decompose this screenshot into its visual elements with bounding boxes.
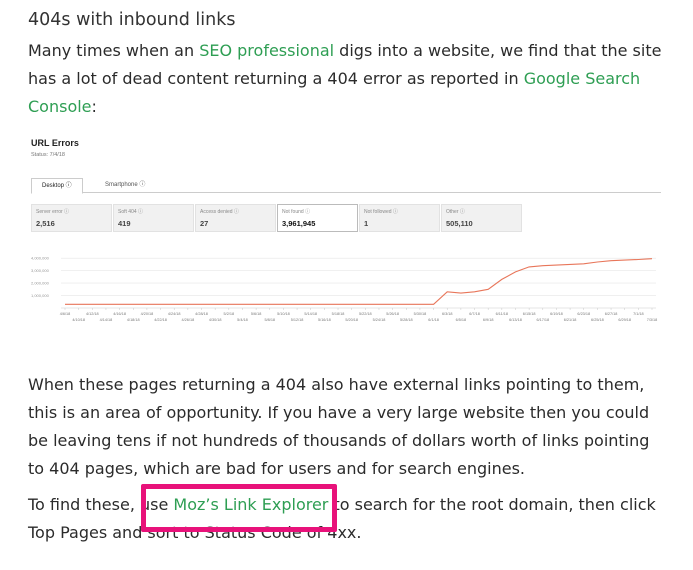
x-tick-label: 4/12/18	[86, 312, 99, 316]
x-tick-label: 6/7/18	[469, 312, 480, 316]
metric-label: Soft 404 ⓘ	[118, 209, 144, 215]
x-tick-label: 6/5/18	[456, 318, 467, 322]
metric-value: 419	[118, 219, 131, 228]
x-tick-label: 6/17/18	[536, 318, 549, 322]
metric-value: 27	[200, 219, 209, 228]
x-tick-label: 7/1/18	[633, 312, 644, 316]
error-metrics: Server error ⓘ 2,516 Soft 404 ⓘ 419 Acce…	[31, 204, 522, 232]
x-tick-label: 6/3/18	[442, 312, 453, 316]
url-errors-title: URL Errors	[31, 138, 79, 148]
x-tick-label: 4/18/18	[127, 318, 140, 322]
x-tick-label: 4/14/18	[100, 318, 113, 322]
section-heading: 404s with inbound links	[28, 10, 236, 30]
x-tick-label: 6/19/18	[550, 312, 563, 316]
x-tick-label: 4/6/18	[60, 312, 71, 316]
x-tick-label: 6/9/18	[483, 318, 494, 322]
x-tick-label: 5/16/18	[318, 318, 331, 322]
x-tick-label: 4/22/18	[154, 318, 167, 322]
y-tick-label: 3,000,000	[31, 268, 50, 273]
x-tick-label: 5/8/18	[264, 318, 275, 322]
tab-smartphone[interactable]: Smartphone ⓘ	[95, 178, 155, 192]
x-tick-label: 4/20/18	[141, 312, 154, 316]
url-errors-status: Status: 7/4/18	[31, 152, 65, 158]
x-tick-label: 4/28/18	[195, 312, 208, 316]
url-errors-screenshot: URL Errors Status: 7/4/18 Desktop ⓘ Smar…	[28, 132, 665, 332]
metric-label: Access denied ⓘ	[200, 209, 239, 215]
x-tick-label: 4/26/18	[182, 318, 195, 322]
metric-value: 2,516	[36, 219, 55, 228]
not-found-chart: 4,000,000 3,000,000 2,000,000 1,000,000 4/6/…	[31, 256, 658, 322]
x-tick-label: 4/24/18	[168, 312, 181, 316]
metric-value: 3,961,945	[282, 219, 316, 228]
x-tick-label: 6/15/18	[523, 312, 536, 316]
p1-text-3: :	[91, 97, 97, 116]
metric-server-error[interactable]: Server error ⓘ 2,516	[31, 204, 112, 232]
not-found-series-line	[65, 258, 653, 305]
x-tick-label: 6/23/18	[577, 312, 590, 316]
x-tick-label: 5/30/18	[414, 312, 427, 316]
x-tick-label: 5/6/18	[251, 312, 262, 316]
seo-professional-link[interactable]: SEO professional	[199, 41, 334, 60]
x-tick-label: 5/20/18	[345, 318, 358, 322]
metric-other[interactable]: Other ⓘ 505,110	[441, 204, 522, 232]
tab-desktop[interactable]: Desktop ⓘ	[31, 178, 83, 194]
metric-label: Other ⓘ	[446, 209, 465, 215]
x-tick-label: 4/10/18	[72, 318, 85, 322]
instructions-paragraph: To find these, use Moz’s Link Explorer t…	[28, 491, 668, 547]
x-tick-label: 6/11/18	[496, 312, 508, 316]
intro-paragraph: Many times when an SEO professional digs…	[28, 37, 668, 121]
metric-access-denied[interactable]: Access denied ⓘ 27	[195, 204, 276, 232]
x-tick-label: 4/30/18	[209, 318, 222, 322]
metric-not-found[interactable]: Not found ⓘ 3,961,945	[277, 204, 358, 232]
metric-label: Not followed ⓘ	[364, 209, 398, 215]
x-tick-label: 5/2/18	[224, 312, 235, 316]
x-tick-label: 6/1/18	[428, 318, 439, 322]
metric-not-followed[interactable]: Not followed ⓘ 1	[359, 204, 440, 232]
x-tick-label: 6/27/18	[605, 312, 618, 316]
metric-soft-404[interactable]: Soft 404 ⓘ 419	[113, 204, 194, 232]
y-tick-label: 2,000,000	[31, 281, 50, 286]
highlight-box	[141, 484, 337, 532]
x-tick-label: 4/16/18	[113, 312, 126, 316]
x-tick-label: 6/29/18	[618, 318, 631, 322]
device-tabs: Desktop ⓘ Smartphone ⓘ	[31, 178, 661, 194]
opportunity-paragraph: When these pages returning a 404 also ha…	[28, 375, 650, 478]
x-tick-label: 5/24/18	[373, 318, 386, 322]
x-tick-label: 5/22/18	[359, 312, 372, 316]
x-tick-label: 6/13/18	[509, 318, 522, 322]
x-tick-label: 5/14/18	[304, 312, 317, 316]
metric-value: 1	[364, 219, 369, 228]
x-tick-label: 5/12/18	[291, 318, 304, 322]
x-tick-label: 6/21/18	[564, 318, 577, 322]
x-tick-label: 5/4/18	[237, 318, 248, 322]
y-tick-label: 4,000,000	[31, 256, 50, 261]
x-tick-label: 5/26/18	[386, 312, 399, 316]
x-tick-label: 7/3/18	[647, 318, 658, 322]
y-tick-label: 1,000,000	[31, 293, 50, 298]
metric-value: 505,110	[446, 219, 473, 228]
metric-label: Not found ⓘ	[282, 209, 311, 215]
p1-text-1: Many times when an	[28, 41, 200, 60]
x-tick-label: 5/10/18	[277, 312, 290, 316]
x-tick-label: 6/25/18	[591, 318, 604, 322]
x-tick-label: 5/28/18	[400, 318, 413, 322]
metric-label: Server error ⓘ	[36, 209, 70, 215]
x-tick-label: 5/18/18	[332, 312, 345, 316]
